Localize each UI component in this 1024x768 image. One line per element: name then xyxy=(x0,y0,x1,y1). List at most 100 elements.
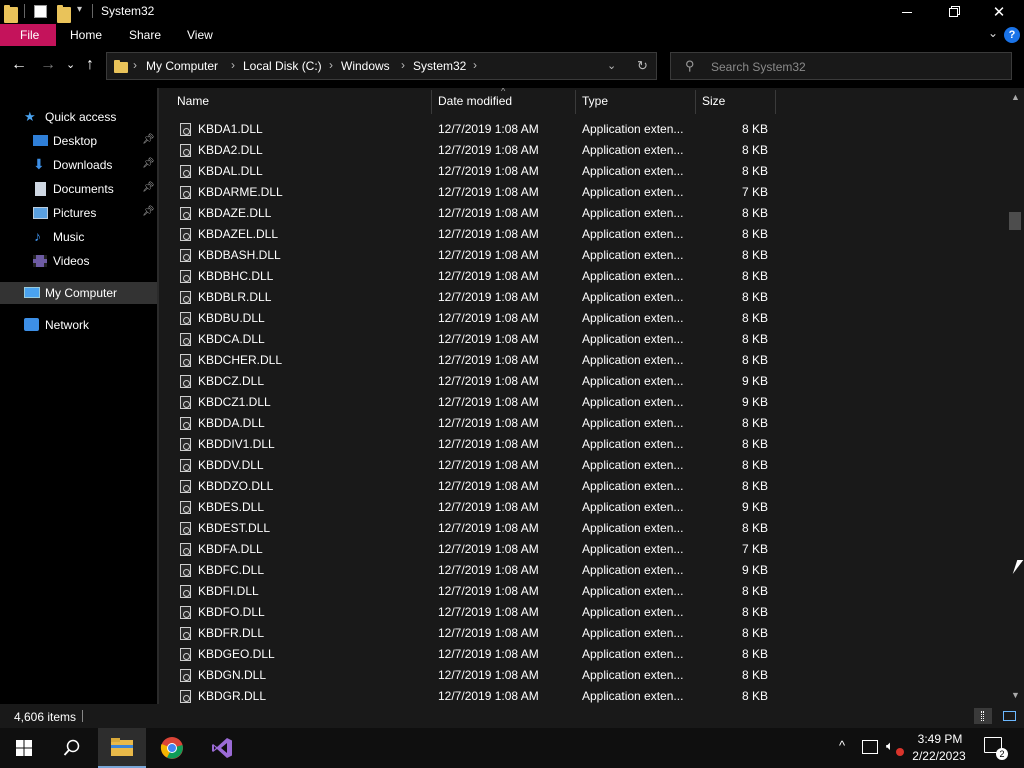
start-button[interactable] xyxy=(0,728,48,768)
breadcrumb-my-computer[interactable]: My Computer xyxy=(146,59,218,73)
volume-muted-icon[interactable]: 🔈︎ xyxy=(886,738,894,754)
clock-time[interactable]: 3:49 PM xyxy=(910,732,970,746)
address-history-dropdown-icon[interactable]: ⌄ xyxy=(607,59,616,72)
close-button[interactable]: ✕ xyxy=(976,0,1022,24)
column-header-date-modified[interactable]: Date modified xyxy=(438,94,512,108)
column-divider[interactable] xyxy=(431,90,432,114)
file-row[interactable]: KBDGN.DLL 12/7/2019 1:08 AM Application ex… xyxy=(159,665,1007,686)
file-row[interactable]: KBDGR.DLL 12/7/2019 1:08 AM Application ex… xyxy=(159,686,1007,704)
chevron-right-icon[interactable]: › xyxy=(231,58,235,72)
forward-arrow-icon[interactable]: → xyxy=(40,56,56,74)
file-row[interactable]: KBDAZEL.DLL 12/7/2019 1:08 AM Application … xyxy=(159,224,1007,245)
column-header-type[interactable]: Type xyxy=(582,94,608,108)
chevron-right-icon[interactable]: › xyxy=(401,58,405,72)
column-divider[interactable] xyxy=(575,90,576,114)
column-header-size[interactable]: Size xyxy=(702,94,725,108)
back-arrow-icon[interactable]: ← xyxy=(11,56,27,74)
sidebar-item-network[interactable]: Network xyxy=(0,314,157,336)
file-row[interactable]: KBDFR.DLL 12/7/2019 1:08 AM Application ex… xyxy=(159,623,1007,644)
help-icon[interactable]: ? xyxy=(1004,27,1020,43)
search-input[interactable] xyxy=(711,58,1001,76)
pin-icon[interactable]: 📌︎ xyxy=(142,134,155,145)
column-divider[interactable] xyxy=(695,90,696,114)
file-row[interactable]: KBDCA.DLL 12/7/2019 1:08 AM Application ex… xyxy=(159,329,1007,350)
column-divider[interactable] xyxy=(775,90,776,114)
file-row[interactable]: KBDCZ1.DLL 12/7/2019 1:08 AM Application e… xyxy=(159,392,1007,413)
up-arrow-icon[interactable]: ↑ xyxy=(86,56,94,74)
pin-icon[interactable]: 📌︎ xyxy=(142,206,155,217)
dll-file-icon xyxy=(180,186,191,199)
show-hidden-icons[interactable]: ^ xyxy=(839,738,845,753)
file-row[interactable]: KBDFC.DLL 12/7/2019 1:08 AM Application ex… xyxy=(159,560,1007,581)
file-row[interactable]: KBDDIV1.DLL 12/7/2019 1:08 AM Application … xyxy=(159,434,1007,455)
expand-ribbon-icon[interactable]: ⌄ xyxy=(988,26,998,40)
breadcrumb-windows[interactable]: Windows xyxy=(341,59,390,73)
tab-file[interactable]: File xyxy=(0,24,56,46)
taskbar-file-explorer[interactable] xyxy=(98,728,146,768)
customize-toolbar-icon[interactable]: ▾ xyxy=(77,4,82,20)
taskbar-chrome[interactable] xyxy=(148,728,196,768)
taskbar-search-button[interactable] xyxy=(48,728,96,768)
pin-icon[interactable]: 📌︎ xyxy=(142,158,155,169)
file-row[interactable]: KBDFO.DLL 12/7/2019 1:08 AM Application ex… xyxy=(159,602,1007,623)
file-row[interactable]: KBDDA.DLL 12/7/2019 1:08 AM Application ex… xyxy=(159,413,1007,434)
vertical-scrollbar[interactable]: ▲ ▼ xyxy=(1007,88,1024,704)
file-row[interactable]: KBDDV.DLL 12/7/2019 1:08 AM Application ex… xyxy=(159,455,1007,476)
file-row[interactable]: KBDA1.DLL 12/7/2019 1:08 AM Application ex… xyxy=(159,119,1007,140)
file-row[interactable]: KBDBASH.DLL 12/7/2019 1:08 AM Application … xyxy=(159,245,1007,266)
minimize-button[interactable] xyxy=(884,0,930,24)
sidebar-item-quick-access[interactable]: ★ Quick access xyxy=(0,106,157,128)
chevron-right-icon[interactable]: › xyxy=(329,58,333,72)
pin-icon[interactable]: 📌︎ xyxy=(142,182,155,193)
sidebar-item-music[interactable]: ♪ Music xyxy=(0,226,157,248)
tab-view[interactable]: View xyxy=(187,24,213,46)
breadcrumb-system32[interactable]: System32 xyxy=(413,59,466,73)
taskbar-visual-studio[interactable] xyxy=(198,728,246,768)
search-box[interactable]: ⚲ xyxy=(670,52,1012,80)
file-row[interactable]: KBDCHER.DLL 12/7/2019 1:08 AM Application … xyxy=(159,350,1007,371)
file-row[interactable]: KBDARME.DLL 12/7/2019 1:08 AM Application … xyxy=(159,182,1007,203)
file-row[interactable]: KBDAL.DLL 12/7/2019 1:08 AM Application ex… xyxy=(159,161,1007,182)
sidebar-item-desktop[interactable]: Desktop 📌︎ xyxy=(0,130,157,152)
details-view-button[interactable] xyxy=(974,708,992,724)
file-row[interactable]: KBDGEO.DLL 12/7/2019 1:08 AM Application e… xyxy=(159,644,1007,665)
breadcrumb-local-disk[interactable]: Local Disk (C:) xyxy=(243,59,322,73)
sidebar-item-videos[interactable]: Videos xyxy=(0,250,157,272)
refresh-icon[interactable]: ↻ xyxy=(637,58,648,74)
file-row[interactable]: KBDBU.DLL 12/7/2019 1:08 AM Application ex… xyxy=(159,308,1007,329)
restore-button[interactable] xyxy=(930,0,976,24)
navigation-pane: ★ Quick access Desktop 📌︎ ⬇ Downloads 📌︎… xyxy=(0,88,157,704)
file-row[interactable]: KBDA2.DLL 12/7/2019 1:08 AM Application ex… xyxy=(159,140,1007,161)
scroll-down-icon[interactable]: ▼ xyxy=(1011,690,1020,700)
scroll-up-icon[interactable]: ▲ xyxy=(1011,92,1020,102)
column-header-name[interactable]: Name xyxy=(177,94,209,108)
network-status-icon[interactable] xyxy=(862,740,878,754)
tab-share[interactable]: Share xyxy=(129,24,161,46)
file-date-modified: 12/7/2019 1:08 AM xyxy=(438,563,539,577)
sidebar-item-pictures[interactable]: Pictures 📌︎ xyxy=(0,202,157,224)
network-icon xyxy=(24,318,39,331)
file-row[interactable]: KBDFA.DLL 12/7/2019 1:08 AM Application ex… xyxy=(159,539,1007,560)
sidebar-item-my-computer[interactable]: My Computer xyxy=(0,282,157,304)
chevron-right-icon[interactable]: › xyxy=(133,58,137,72)
tab-home[interactable]: Home xyxy=(70,24,102,46)
clock-date[interactable]: 2/22/2023 xyxy=(906,749,972,763)
file-row[interactable]: KBDFI.DLL 12/7/2019 1:08 AM Application ex… xyxy=(159,581,1007,602)
address-bar[interactable]: › My Computer › Local Disk (C:) › Window… xyxy=(106,52,657,80)
sidebar-item-downloads[interactable]: ⬇ Downloads 📌︎ xyxy=(0,154,157,176)
new-folder-icon[interactable] xyxy=(57,5,71,23)
file-row[interactable]: KBDAZE.DLL 12/7/2019 1:08 AM Application e… xyxy=(159,203,1007,224)
file-row[interactable]: KBDBLR.DLL 12/7/2019 1:08 AM Application e… xyxy=(159,287,1007,308)
file-list[interactable]: ^ Name Date modified Type Size KBDA1.DLL… xyxy=(159,88,1007,704)
file-row[interactable]: KBDCZ.DLL 12/7/2019 1:08 AM Application ex… xyxy=(159,371,1007,392)
scrollbar-thumb[interactable] xyxy=(1009,212,1021,230)
sidebar-item-documents[interactable]: Documents 📌︎ xyxy=(0,178,157,200)
file-row[interactable]: KBDDZO.DLL 12/7/2019 1:08 AM Application e… xyxy=(159,476,1007,497)
file-row[interactable]: KBDEST.DLL 12/7/2019 1:08 AM Application e… xyxy=(159,518,1007,539)
recent-locations-icon[interactable]: ⌄ xyxy=(66,58,75,71)
large-icons-view-button[interactable] xyxy=(1000,708,1018,724)
properties-icon[interactable] xyxy=(34,5,47,18)
chevron-right-icon[interactable]: › xyxy=(473,58,477,72)
file-row[interactable]: KBDES.DLL 12/7/2019 1:08 AM Application ex… xyxy=(159,497,1007,518)
file-row[interactable]: KBDBHC.DLL 12/7/2019 1:08 AM Application e… xyxy=(159,266,1007,287)
